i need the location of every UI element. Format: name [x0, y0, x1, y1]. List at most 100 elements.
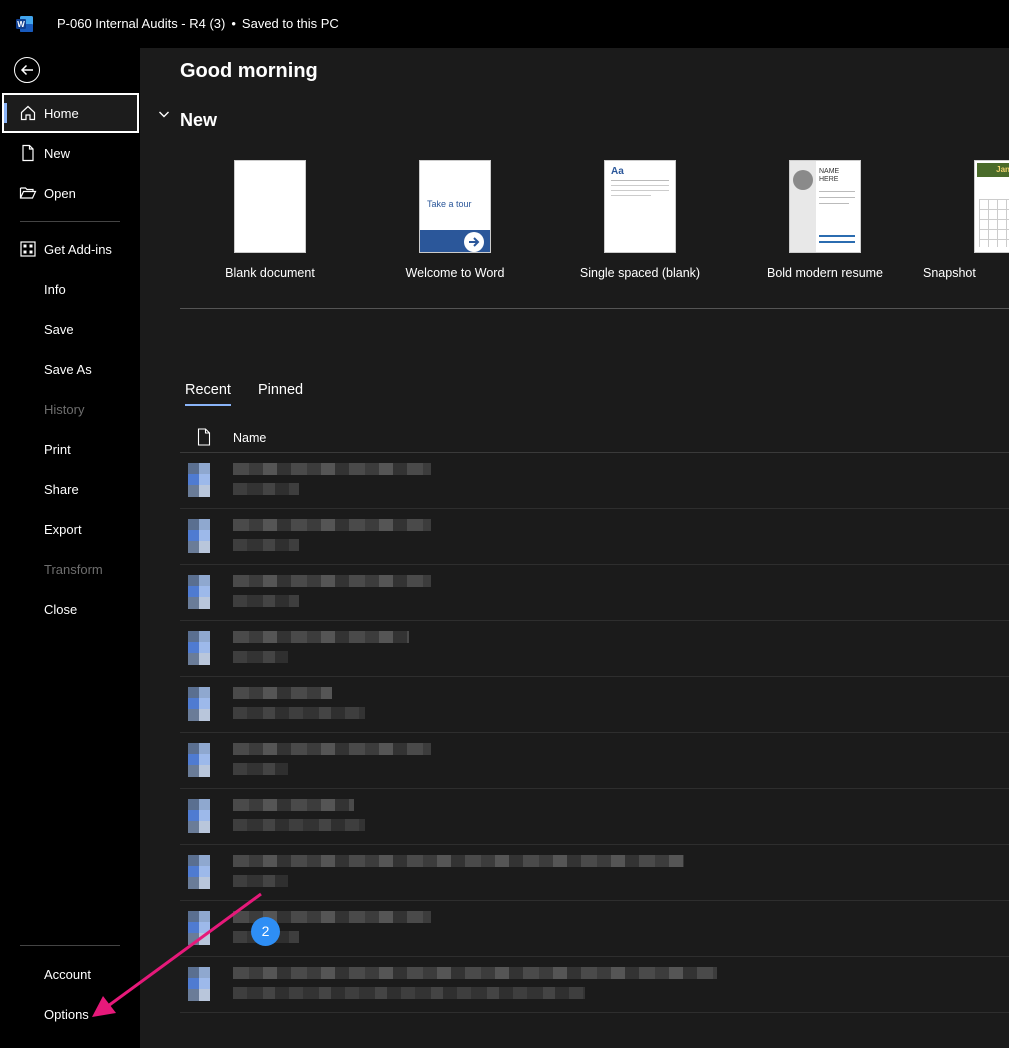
nav-history: History — [2, 389, 139, 429]
arrow-right-icon — [469, 237, 480, 247]
backstage-sidebar: Home New Open Get Add-ins Info Save Save… — [0, 48, 140, 1048]
new-document-icon — [22, 144, 34, 162]
nav-get-add-ins-label: Get Add-ins — [44, 241, 112, 257]
file-path-obscured — [233, 595, 299, 607]
word-file-icon — [188, 967, 210, 1001]
back-arrow-icon — [20, 64, 33, 76]
name-column-header[interactable]: Name — [233, 431, 266, 445]
nav-save[interactable]: Save — [2, 309, 139, 349]
recent-file-row[interactable] — [180, 845, 1009, 901]
recent-pinned-tabs: Recent Pinned — [185, 382, 330, 406]
recent-file-row[interactable] — [180, 957, 1009, 1013]
recent-file-row[interactable] — [180, 733, 1009, 789]
file-path-obscured — [233, 651, 288, 663]
nav-share-label: Share — [44, 481, 79, 497]
text-line — [819, 197, 855, 198]
word-file-icon — [188, 687, 210, 721]
recent-file-row[interactable] — [180, 565, 1009, 621]
nav-close[interactable]: Close — [2, 589, 139, 629]
sidebar-bottom-divider — [20, 945, 120, 946]
template-welcome-to-word[interactable]: Take a tour Welcome to Word — [370, 160, 540, 280]
title-bar: W P-060 Internal Audits - R4 (3) • Saved t… — [0, 0, 1009, 48]
file-name-obscured — [233, 631, 409, 643]
template-snapshot-calendar[interactable]: January Snapshot — [923, 160, 1009, 280]
file-name-obscured — [233, 575, 431, 587]
template-thumbnail: Take a tour — [419, 160, 491, 253]
greeting-heading: Good morning — [180, 60, 318, 82]
calendar-grid — [979, 199, 1009, 247]
nav-info-label: Info — [44, 281, 66, 297]
nav-new[interactable]: New — [2, 133, 139, 173]
nav-export[interactable]: Export — [2, 509, 139, 549]
new-section-title: New — [180, 110, 218, 130]
nav-transform: Transform — [2, 549, 139, 589]
nav-history-label: History — [44, 401, 85, 417]
word-file-icon — [188, 631, 210, 665]
arrow-circle — [464, 232, 484, 252]
template-name: Blank document — [225, 266, 315, 280]
nav-open-label: Open — [44, 185, 76, 201]
text-line — [611, 185, 669, 186]
word-file-icon — [188, 743, 210, 777]
nav-info[interactable]: Info — [2, 269, 139, 309]
recent-file-row[interactable] — [180, 509, 1009, 565]
file-type-icon — [197, 428, 211, 446]
save-status: Saved to this PC — [241, 16, 339, 31]
file-name-obscured — [233, 687, 332, 699]
file-path-obscured — [233, 483, 299, 495]
nav-open[interactable]: Open — [2, 173, 139, 213]
recent-file-row[interactable] — [180, 677, 1009, 733]
nav-home[interactable]: Home — [2, 93, 139, 133]
nav-account-label: Account — [44, 966, 91, 982]
nav-print[interactable]: Print — [2, 429, 139, 469]
nav-get-add-ins[interactable]: Get Add-ins — [2, 229, 139, 269]
word-file-icon — [188, 855, 210, 889]
recent-file-row[interactable] — [180, 789, 1009, 845]
back-button[interactable] — [14, 57, 40, 83]
nav-export-label: Export — [44, 521, 82, 537]
file-name-obscured — [233, 799, 354, 811]
tab-recent[interactable]: Recent — [185, 382, 231, 406]
nav-save-as[interactable]: Save As — [2, 349, 139, 389]
template-thumbnail — [234, 160, 306, 253]
file-path-obscured — [233, 763, 288, 775]
chevron-down-icon — [159, 111, 169, 118]
nav-home-label: Home — [44, 105, 79, 121]
template-single-spaced[interactable]: Aa Single spaced (blank) — [555, 160, 725, 280]
window-title: P-060 Internal Audits - R4 (3) • Saved to … — [57, 16, 339, 31]
template-name: Bold modern resume — [766, 266, 884, 280]
home-icon — [20, 105, 36, 121]
new-section-toggle[interactable] — [158, 108, 170, 120]
template-blank-document[interactable]: Blank document — [185, 160, 355, 280]
title-separator: • — [231, 16, 236, 31]
nav-print-label: Print — [44, 441, 71, 457]
text-line — [819, 203, 849, 204]
file-path-obscured — [233, 819, 365, 831]
template-name: Single spaced (blank) — [579, 266, 701, 280]
template-thumbnail: Aa — [604, 160, 676, 253]
resume-photo — [793, 170, 813, 190]
word-file-icon — [188, 575, 210, 609]
tab-pinned[interactable]: Pinned — [258, 382, 303, 402]
file-name-obscured — [233, 519, 431, 531]
recent-file-row[interactable] — [180, 453, 1009, 509]
nav-new-label: New — [44, 145, 71, 161]
nav-share[interactable]: Share — [2, 469, 139, 509]
template-name: Snapshot — [923, 266, 976, 280]
template-bold-modern-resume[interactable]: NAME HERE Bold modern resume — [740, 160, 910, 280]
text-line — [819, 235, 855, 237]
nav-account[interactable]: Account — [2, 954, 139, 994]
template-thumbnail: January — [974, 160, 1009, 253]
take-a-tour-text: Take a tour — [427, 199, 472, 209]
calendar-month-text: January — [977, 163, 1009, 177]
step-badge: 2 — [251, 917, 280, 946]
file-name-obscured — [233, 463, 431, 475]
nav-transform-label: Transform — [44, 561, 103, 577]
nav-options[interactable]: Options — [2, 994, 139, 1034]
word-file-icon — [188, 463, 210, 497]
recent-file-row[interactable] — [180, 621, 1009, 677]
document-name: P-060 Internal Audits - R4 (3) — [57, 16, 226, 31]
file-name-obscured — [233, 855, 684, 867]
file-list-header: Name — [180, 424, 1009, 452]
recent-file-row[interactable] — [180, 901, 1009, 957]
